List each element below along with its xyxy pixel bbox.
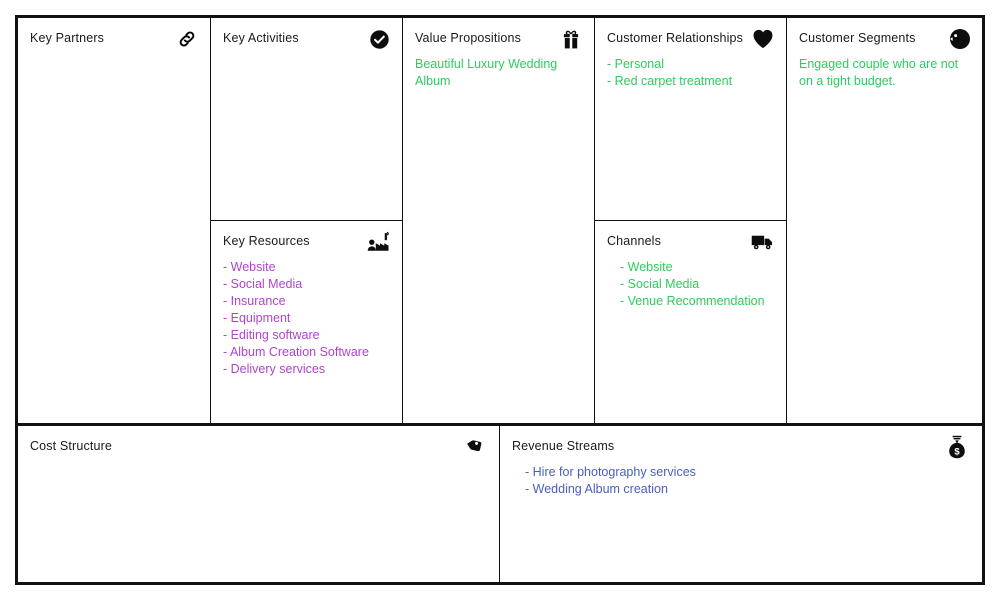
block-title-customer-segments: Customer Segments [799,31,916,45]
price-tag-icon [461,434,487,460]
block-body-channels: - Website - Social Media - Venue Recommend… [620,259,778,310]
gift-box-icon [558,26,584,52]
block-channels[interactable]: Channels - Website - Social Media - Venue … [595,221,787,423]
block-body-value-propositions: Beautiful Luxury Wedding Album [415,56,586,90]
check-circle-icon [366,26,392,52]
block-body-customer-segments: Engaged couple who are not on a tight bu… [799,56,974,90]
block-key-activities[interactable]: Key Activities [211,18,403,221]
block-title-channels: Channels [607,234,662,248]
block-customer-segments[interactable]: Customer Segments Engaged couple who are… [787,18,982,423]
block-cost-structure[interactable]: Cost Structure [18,426,500,582]
block-customer-relationships[interactable]: Customer Relationships - Personal - Red c… [595,18,787,221]
list-item: - Equipment [223,311,291,325]
block-key-partners[interactable]: Key Partners [18,18,211,423]
heart-icon [750,26,776,52]
list-item: - Venue Recommendation [620,294,765,308]
list-item: Beautiful Luxury Wedding Album [415,57,558,88]
block-title-key-activities: Key Activities [223,31,299,45]
block-title-key-resources: Key Resources [223,234,310,248]
block-body-customer-relationships: - Personal - Red carpet treatment [607,56,778,90]
list-item: - Editing software [223,328,320,342]
svg-text:$: $ [954,446,960,457]
block-title-key-partners: Key Partners [30,31,105,45]
list-item: - Social Media [223,277,303,291]
block-title-revenue-streams: Revenue Streams [512,439,615,453]
link-chain-icon [174,26,200,52]
list-item: - Website [223,260,276,274]
factory-worker-icon [366,229,392,255]
block-title-cost-structure: Cost Structure [30,439,112,453]
list-item: - Delivery services [223,362,326,376]
block-key-resources[interactable]: Key Resources - Website - Social Media - I… [211,221,403,423]
list-item: - Insurance [223,294,286,308]
list-item: - Website [620,260,673,274]
business-model-canvas: Key Partners Key Activities Key Resource… [15,15,985,585]
customer-head-icon [946,26,972,52]
list-item: - Wedding Album creation [525,482,668,496]
delivery-truck-icon [750,229,776,255]
list-item: Engaged couple who are not on a tight bu… [799,57,959,88]
list-item: - Red carpet treatment [607,74,733,88]
list-item: - Social Media [620,277,700,291]
block-body-key-resources: - Website - Social Media - Insurance - Equi… [223,259,394,378]
list-item: - Album Creation Software [223,345,369,359]
money-bag-icon: $ [944,434,970,460]
block-title-customer-relationships: Customer Relationships [607,31,743,45]
block-title-value-propositions: Value Propositions [415,31,522,45]
block-body-revenue-streams: - Hire for photography services - Wedding… [525,464,974,498]
list-item: - Hire for photography services [525,465,696,479]
list-item: - Personal [607,57,664,71]
block-revenue-streams[interactable]: Revenue Streams $ - Hire for photography… [500,426,982,582]
block-value-propositions[interactable]: Value Propositions Beautiful Luxury Wedd… [403,18,595,423]
